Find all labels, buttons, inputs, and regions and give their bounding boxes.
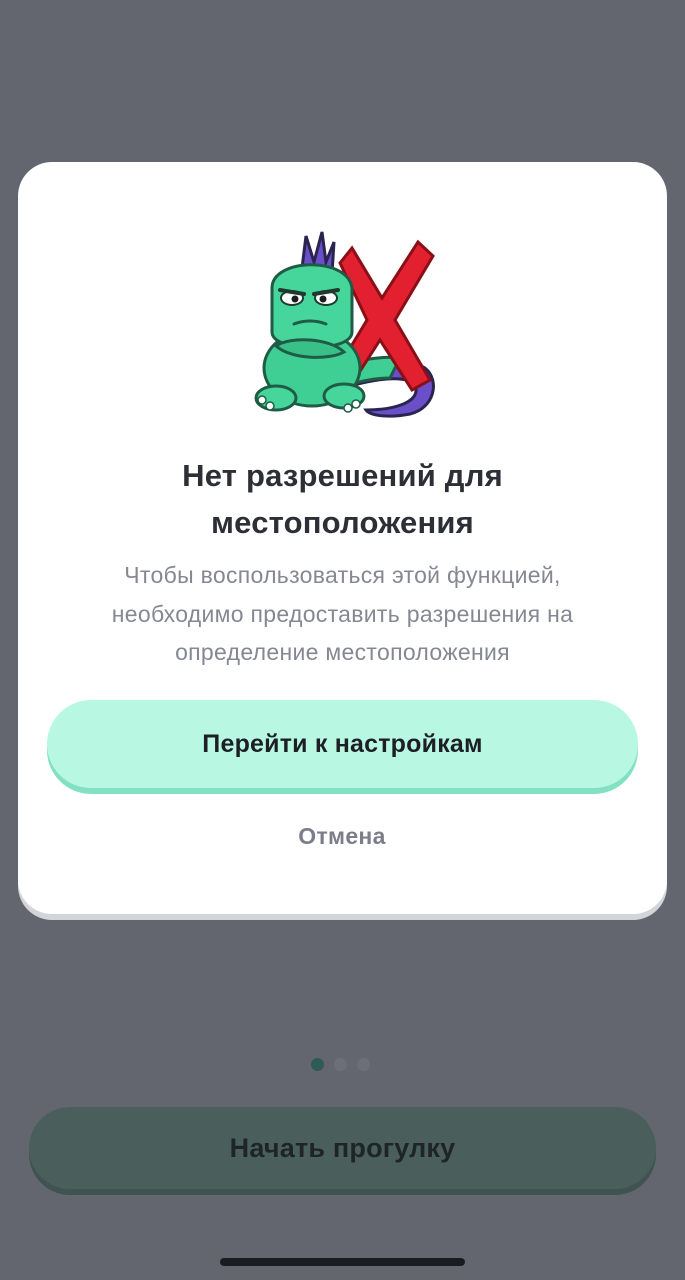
go-to-settings-button[interactable]: Перейти к настройкам [47,700,638,788]
page-dot [334,1057,347,1071]
page-dot-active [311,1057,324,1071]
dialog-message: Чтобы воспользоваться этой функцией, нео… [18,556,667,672]
dialog-message-line: определение местоположения [175,639,510,665]
dialog-title: Нет разрешений для местоположения [18,452,667,546]
page-indicator [311,1057,377,1071]
screen: Нет разрешений для местоположения Чтобы … [0,0,685,1280]
cancel-button[interactable]: Отмена [242,815,442,857]
dialog-title-line: Нет разрешений для [182,458,503,493]
page-dot [357,1057,370,1071]
home-indicator [220,1258,465,1266]
dinosaur-with-red-x-icon [254,231,435,418]
dialog-message-line: Чтобы воспользоваться этой функцией, [124,562,561,588]
dialog-message-line: необходимо предоставить разрешения на [111,600,574,627]
dialog-title-line: местоположения [211,505,474,540]
start-walk-button[interactable]: Начать прогулку [29,1107,656,1189]
